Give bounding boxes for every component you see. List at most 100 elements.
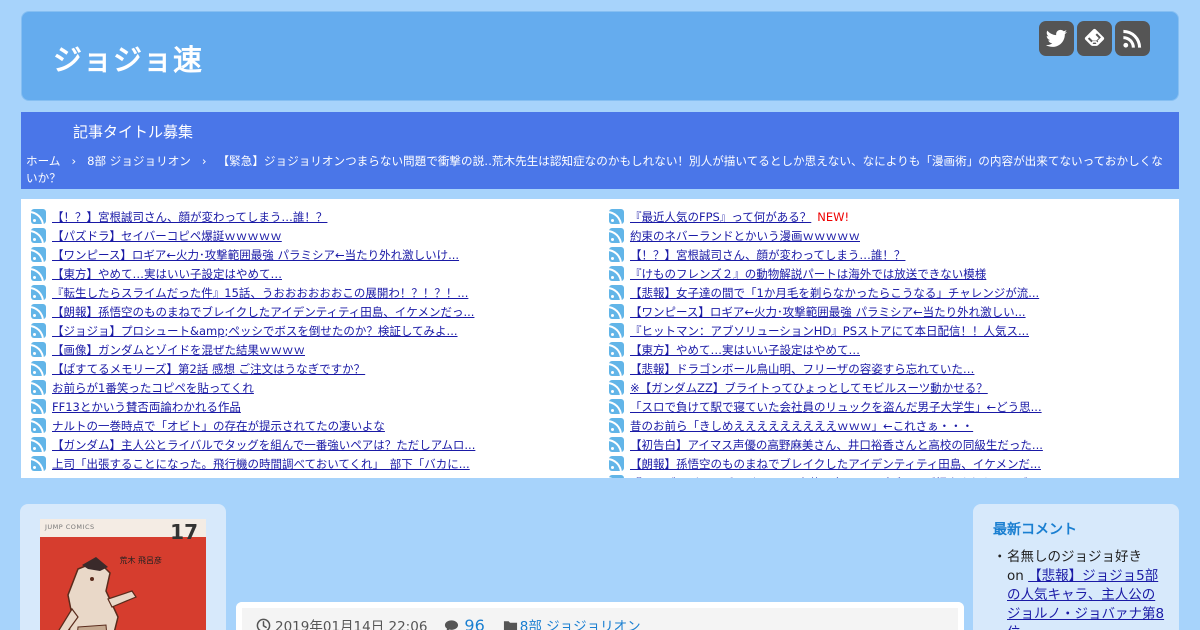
- rss-link[interactable]: 【ジョジョ】プロシュート&amp;ペッシでボスを倒せたのか？検証してみよ...: [52, 323, 458, 339]
- post-category[interactable]: 8部 ジョジョリオン: [520, 615, 641, 630]
- rss-link[interactable]: 【ワンピース】ロギア←火力･攻撃範囲最強 パラミシア←当たり外れ激しい...: [630, 304, 1026, 320]
- rss-link[interactable]: 【朗報】孫悟空のものまねでブレイクしたアイデンティティ田島、イケメンだ...: [630, 456, 1041, 472]
- rss-list-item: 『ドラゴンボールゼノバース2』実装予定のアップデートが紹介されたぞ！デ...: [609, 473, 1043, 478]
- rss-list-item: 【東方】やめて…実はいい子設定はやめて…: [609, 340, 1043, 359]
- rss-link[interactable]: 【ぱすてるメモリーズ】第2話 感想 ご注文はうなぎですか？: [52, 361, 365, 377]
- rss-icon: [31, 418, 46, 433]
- rss-link[interactable]: 【！？】宮根誠司さん、顔が変わってしまう…誰！？: [630, 247, 905, 263]
- rss-icon: [31, 209, 46, 224]
- rss-icon: [31, 247, 46, 262]
- rss-icon: [31, 304, 46, 319]
- rss-icon: [609, 323, 624, 338]
- post-panel: 2019年01月14日 22:06 96 8部 ジョジョリオン: [236, 602, 964, 630]
- recent-comments-title: 最新コメント: [993, 522, 1077, 538]
- rss-icon: [609, 209, 624, 224]
- rss-list-item: ナルトの一巻時点で「オビト」の存在が提示されてたの凄いよな: [31, 416, 475, 435]
- feedly-icon[interactable]: [1077, 21, 1112, 56]
- rss-link[interactable]: 【東方】やめて…実はいい子設定はやめて…: [52, 266, 282, 282]
- rss-list-item: 【ガンダム】主人公とライバルでタッグを組んで一番強いペアは？ただしアムロ...: [31, 435, 475, 454]
- comment-article-link[interactable]: 【悲報】ジョジョ5部の人気キャラ、主人公のジョルノ・ジョバァナ第8位: [1007, 568, 1164, 630]
- rss-list-item: 【朗報】孫悟空のものまねでブレイクしたアイデンティティ田島、イケメンだ...: [609, 454, 1043, 473]
- rss-list-item: 【！？】宮根誠司さん、顔が変わってしまう…誰！？: [609, 245, 1043, 264]
- rss-link[interactable]: FF13とかいう賛否両論わかれる作品: [52, 399, 241, 415]
- rss-list-item: 【悲報】女子達の間で「1か月毛を剃らなかったらこうなる」チャレンジが流...: [609, 283, 1043, 302]
- rss-link[interactable]: 上司「出張することになった。飛行機の時間調べておいてくれ」 部下「バカに...: [52, 456, 470, 472]
- rss-list-item: 「スロで負けて駅で寝ていた会社員のリュックを盗んだ男子大学生」←どう思...: [609, 397, 1043, 416]
- rss-icon: [609, 228, 624, 243]
- clock-icon: [256, 618, 271, 630]
- rss-list-item: 【ジョジョ】プロシュート&amp;ペッシでボスを倒せたのか？検証してみよ...: [31, 321, 475, 340]
- rss-link[interactable]: 『最近人気のFPS』って何がある？: [630, 209, 811, 225]
- comment-list-item: ・ 名無しのジョジョ好き on 【悲報】ジョジョ5部の人気キャラ、主人公のジョルノ…: [993, 548, 1165, 630]
- rss-link[interactable]: 『ヒットマン：アブソリューションHD』PSストアにて本日配信！！人気ス...: [630, 323, 1029, 339]
- manga-cover-image[interactable]: JUMP COMICS 17 荒木 飛呂彦: [40, 519, 206, 630]
- breadcrumb-home[interactable]: ホーム: [26, 154, 60, 168]
- rss-link[interactable]: 【ワンピース】ロギア←火力･攻撃範囲最強 パラミシア←当たり外れ激しいけ...: [52, 247, 459, 263]
- rss-list-item: 【ぱすてるメモリーズ】第2話 感想 ご注文はうなぎですか？: [31, 359, 475, 378]
- post-date: 2019年01月14日 22:06: [275, 619, 428, 630]
- rss-link[interactable]: お前らが1番笑ったコピペを貼ってくれ: [52, 380, 254, 396]
- rss-link[interactable]: 【初告白】アイマス声優の高野麻美さん、井口裕香さんと高校の同級生だった...: [630, 437, 1043, 453]
- comment-text: 名無しのジョジョ好き on 【悲報】ジョジョ5部の人気キャラ、主人公のジョルノ・ジ…: [1007, 548, 1165, 630]
- breadcrumb-separator: ›: [71, 154, 77, 168]
- rss-link[interactable]: 【東方】やめて…実はいい子設定はやめて…: [630, 342, 860, 358]
- rss-link[interactable]: 【悲報】ドラゴンボール鳥山明、フリーザの容姿すら忘れていた…: [630, 361, 974, 377]
- comment-author: 名無しのジョジョ好き: [1007, 549, 1142, 565]
- rss-list-item: 『ヒットマン：アブソリューションHD』PSストアにて本日配信！！人気ス...: [609, 321, 1043, 340]
- new-badge: NEW!: [817, 209, 850, 224]
- left-widget: JUMP COMICS 17 荒木 飛呂彦: [20, 504, 226, 630]
- rss-list-item: 上司「出張することになった。飛行機の時間調べておいてくれ」 部下「バカに...: [31, 454, 475, 473]
- rss-icon: [609, 266, 624, 281]
- rss-icon: [31, 285, 46, 300]
- rss-link[interactable]: 『けものフレンズ２』の動物解説パートは海外では放送できない模様: [630, 266, 986, 282]
- rss-column-right: 『最近人気のFPS』って何がある？ NEW! 約束のネバーランドとかいう漫画ｗｗｗｗ…: [609, 207, 1043, 478]
- rss-link[interactable]: 【朗報】孫悟空のものまねでブレイクしたアイデンティティ田島、イケメンだっ...: [52, 304, 474, 320]
- rss-link[interactable]: 『ドラゴンボールゼノバース2』実装予定のアップデートが紹介されたぞ！デ...: [630, 475, 1038, 479]
- comment-bullet: ・: [993, 549, 1007, 565]
- rss-feed-icon[interactable]: [1115, 21, 1150, 56]
- recent-comments-widget: 最新コメント ・ 名無しのジョジョ好き on 【悲報】ジョジョ5部の人気キャラ、主…: [973, 504, 1179, 630]
- rss-link[interactable]: 【ガンダム】主人公とライバルでタッグを組んで一番強いペアは？ただしアムロ...: [52, 437, 475, 453]
- site-title[interactable]: ジョジョ速: [53, 37, 203, 79]
- rss-icon: [609, 418, 624, 433]
- folder-icon: [503, 620, 517, 630]
- rss-link[interactable]: 「スロで負けて駅で寝ていた会社員のリュックを盗んだ男子大学生」←どう思...: [630, 399, 1042, 415]
- rss-icon: [31, 361, 46, 376]
- post-comment-count[interactable]: 96: [464, 616, 484, 630]
- cover-brand: JUMP COMICS: [45, 523, 95, 531]
- nav-link-article-title-request[interactable]: 記事タイトル募集: [73, 121, 193, 142]
- rss-link[interactable]: 約束のネバーランドとかいう漫画ｗｗｗｗｗ: [630, 228, 860, 244]
- rss-link[interactable]: 【悲報】女子達の間で「1か月毛を剃らなかったらこうなる」チャレンジが流...: [630, 285, 1039, 301]
- rss-list-item: 【ワンピース】ロギア←火力･攻撃範囲最強 パラミシア←当たり外れ激しい...: [609, 302, 1043, 321]
- rss-list-item: 【！？】宮根誠司さん、顔が変わってしまう…誰！？: [31, 207, 475, 226]
- rss-list-item: 【画像】ガンダムとゾイドを混ぜた結果ｗｗｗｗ: [31, 340, 475, 359]
- rss-icon: [609, 437, 624, 452]
- rss-link[interactable]: 昔のお前ら「きしめえええええええええｗｗｗ」←これさぁ・・・: [630, 418, 973, 434]
- rss-list-item: 『最近人気のFPS』って何がある？ NEW!: [609, 207, 1043, 226]
- rss-link[interactable]: ナルトの一巻時点で「オビト」の存在が提示されてたの凄いよな: [52, 418, 385, 434]
- rss-list-item: 【初告白】アイマス声優の高野麻美さん、井口裕香さんと高校の同級生だった...: [609, 435, 1043, 454]
- rss-link[interactable]: 【パズドラ】セイバーコピペ爆誕ｗｗｗｗｗ: [52, 228, 282, 244]
- rss-link[interactable]: 『転生したらスライムだった件』15話、うおおおおおおこの展開わ！？！？！...: [52, 285, 468, 301]
- rss-icon: [31, 456, 46, 471]
- rss-list-item: 【悲報】ドラゴンボール鳥山明、フリーザの容姿すら忘れていた…: [609, 359, 1043, 378]
- nav-bar: 記事タイトル募集 ホーム › 8部 ジョジョリオン › 【緊急】ジョジョリオンつまらない…: [21, 112, 1179, 189]
- twitter-icon[interactable]: [1039, 21, 1074, 56]
- rss-icon: [609, 247, 624, 262]
- rss-list-item: 【パズドラ】セイバーコピペ爆誕ｗｗｗｗｗ: [31, 226, 475, 245]
- rss-column-left: 【！？】宮根誠司さん、顔が変わってしまう…誰！？ 【パズドラ】セイバーコピペ爆誕ｗ…: [31, 207, 475, 473]
- rss-list-item: 【朗報】孫悟空のものまねでブレイクしたアイデンティティ田島、イケメンだっ...: [31, 302, 475, 321]
- rss-link[interactable]: 【画像】ガンダムとゾイドを混ぜた結果ｗｗｗｗ: [52, 342, 305, 358]
- rss-icon: [609, 361, 624, 376]
- rss-list-item: 昔のお前ら「きしめえええええええええｗｗｗ」←これさぁ・・・: [609, 416, 1043, 435]
- rss-link[interactable]: 【！？】宮根誠司さん、顔が変わってしまう…誰！？: [52, 209, 327, 225]
- breadcrumb-separator: ›: [201, 154, 207, 168]
- rss-link[interactable]: ※【ガンダムZZ】ブライトってひょっとしてモビルスーツ動かせる？: [630, 380, 988, 396]
- rss-list-item: 『けものフレンズ２』の動物解説パートは海外では放送できない模様: [609, 264, 1043, 283]
- breadcrumb-category[interactable]: 8部 ジョジョリオン: [87, 154, 191, 168]
- comment-on-label: on: [1007, 568, 1024, 584]
- rss-icon: [609, 399, 624, 414]
- rss-list-item: 【ワンピース】ロギア←火力･攻撃範囲最強 パラミシア←当たり外れ激しいけ...: [31, 245, 475, 264]
- rss-list-item: ※【ガンダムZZ】ブライトってひょっとしてモビルスーツ動かせる？: [609, 378, 1043, 397]
- cover-figure-illustration: [58, 557, 137, 630]
